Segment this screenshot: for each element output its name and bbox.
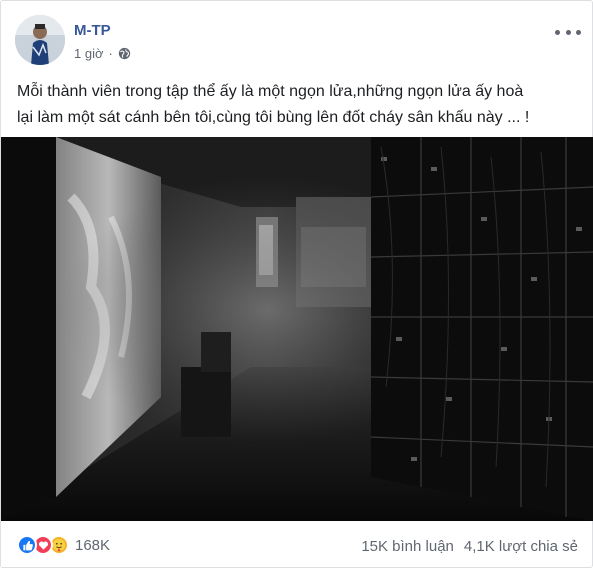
post-photo[interactable] (1, 137, 593, 521)
author-name[interactable]: M-TP (74, 22, 111, 39)
post-footer: 168K 15K bình luận 4,1K lượt chia sẻ (1, 521, 593, 568)
meta-separator: · (108, 46, 113, 61)
reaction-summary[interactable]: 168K (17, 535, 110, 555)
post-time[interactable]: 1 giờ (74, 46, 104, 61)
post-stats: 15K bình luận 4,1K lượt chia sẻ (361, 538, 578, 555)
comment-count[interactable]: 15K bình luận (361, 538, 454, 555)
reaction-count: 168K (75, 536, 111, 554)
share-count[interactable]: 4,1K lượt chia sẻ (464, 538, 578, 555)
avatar-image (15, 15, 65, 65)
post-header: M-TP 1 giờ · (13, 14, 583, 65)
post-text: Mỗi thành viên trong tập thể ấy là một n… (17, 83, 530, 126)
avatar[interactable] (15, 15, 65, 65)
globe-icon[interactable] (118, 47, 131, 60)
post-meta: 1 giờ · (74, 46, 131, 61)
more-options-icon[interactable] (555, 24, 581, 40)
facebook-post: M-TP 1 giờ · Mỗi thành viên trong tập th… (0, 0, 593, 568)
stage-backstage-image (1, 137, 593, 521)
like-icon (17, 535, 37, 555)
